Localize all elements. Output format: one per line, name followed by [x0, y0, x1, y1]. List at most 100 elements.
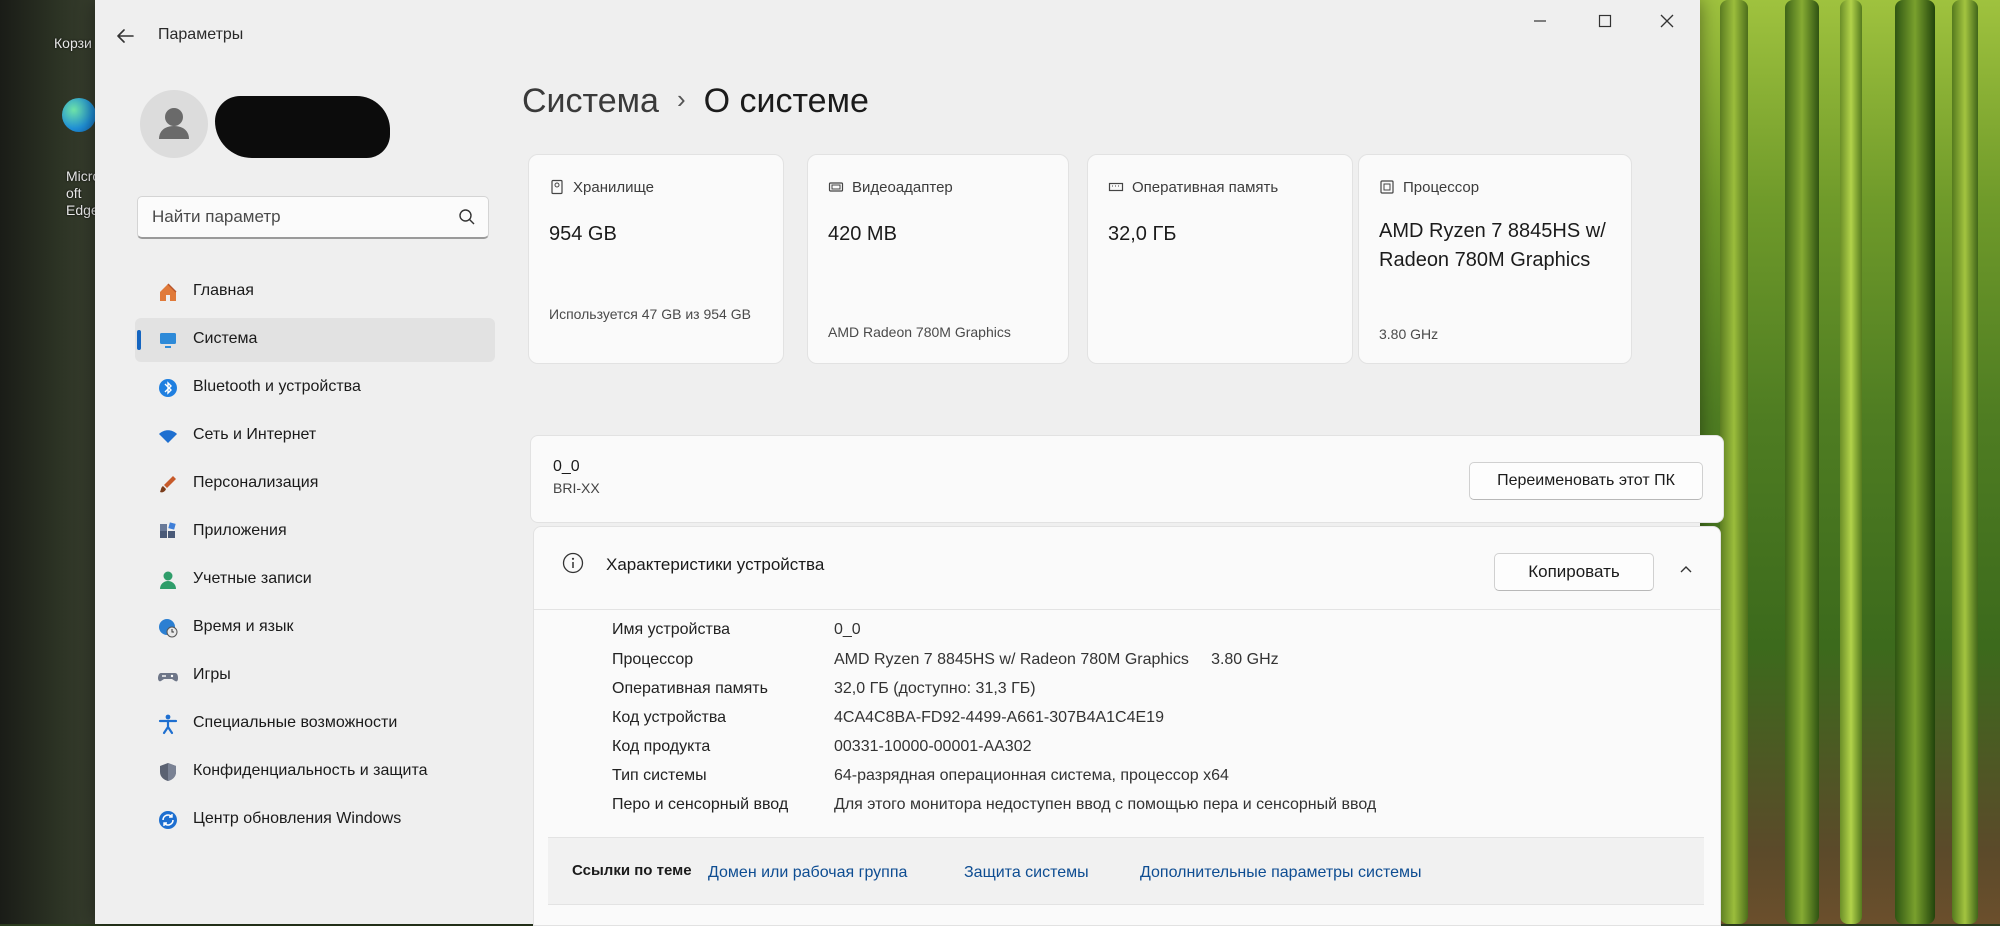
sidebar-item-label: Игры: [193, 666, 231, 683]
card-value: 954 GB: [549, 223, 617, 245]
search-icon[interactable]: [458, 208, 476, 226]
info-icon: [562, 552, 584, 574]
rename-pc-button[interactable]: Переименовать этот ПК: [1469, 462, 1703, 500]
wifi-icon: [159, 430, 177, 443]
spec-row: Код продукта 00331-10000-00001-AA302: [534, 738, 1634, 762]
related-links-label: Ссылки по теме: [572, 862, 692, 879]
desktop-recycle-label[interactable]: Корзи: [54, 35, 92, 52]
pc-model: BRI-XX: [553, 480, 600, 496]
sidebar-item-label: Приложения: [193, 522, 287, 539]
card-value: AMD Ryzen 7 8845HS w/ Radeon 780M Graphi…: [1379, 220, 1606, 271]
sidebar-item-bluetooth[interactable]: Bluetooth и устройства: [135, 366, 495, 410]
pc-name: 0_0: [553, 458, 580, 475]
wallpaper-left: [0, 0, 105, 924]
search-box[interactable]: [137, 196, 489, 239]
gamepad-icon: [158, 673, 178, 682]
spec-row: Имя устройства 0_0: [534, 621, 1634, 645]
person-icon: [159, 108, 189, 139]
page-title: О системе: [703, 82, 869, 120]
gpu-icon: [828, 182, 844, 192]
advanced-system-settings-link[interactable]: Дополнительные параметры системы: [1140, 864, 1421, 882]
sidebar-item-label: Конфиденциальность и защита: [193, 762, 428, 779]
sidebar-item-privacy[interactable]: Конфиденциальность и защита: [135, 750, 495, 794]
close-button[interactable]: [1647, 6, 1687, 36]
spec-value: Для этого монитора недоступен ввод с пом…: [834, 796, 1377, 813]
sidebar-item-label: Главная: [193, 282, 254, 299]
sidebar-item-label: Персонализация: [193, 474, 319, 491]
pc-name-row: 0_0 BRI-XX Переименовать этот ПК: [530, 435, 1724, 523]
chevron-up-icon[interactable]: [1678, 561, 1694, 577]
system-protection-link[interactable]: Защита системы: [964, 864, 1089, 882]
card-subtext: Используется 47 GB из 954 GB: [549, 306, 751, 322]
minimize-icon: [1534, 20, 1546, 22]
sidebar-item-time-language[interactable]: Время и язык: [135, 606, 495, 650]
selection-indicator: [137, 330, 141, 350]
sidebar-item-network[interactable]: Сеть и Интернет: [135, 414, 495, 458]
back-arrow-icon[interactable]: [113, 24, 137, 48]
spec-value: 4CA4C8BA-FD92-4499-A661-307B4A1C4E19: [834, 709, 1164, 726]
spec-row: Тип системы 64-разрядная операционная си…: [534, 767, 1634, 791]
sidebar-item-system[interactable]: Система: [135, 318, 495, 362]
sidebar-item-personalization[interactable]: Персонализация: [135, 462, 495, 506]
accessibility-icon: [158, 714, 178, 735]
card-value: 32,0 ГБ: [1108, 223, 1177, 245]
spec-value: 00331-10000-00001-AA302: [834, 738, 1032, 755]
maximize-icon: [1598, 14, 1612, 28]
spec-row: Перо и сенсорный ввод Для этого монитора…: [534, 796, 1634, 820]
ram-card[interactable]: Оперативная память 32,0 ГБ: [1087, 154, 1353, 364]
card-label: Хранилище: [573, 179, 654, 196]
spec-label: Код продукта: [612, 738, 711, 755]
edge-icon[interactable]: [62, 98, 96, 132]
home-icon: [160, 283, 177, 301]
spec-value: 64-разрядная операционная система, проце…: [834, 767, 1229, 784]
window-title: Параметры: [158, 26, 244, 43]
sidebar-item-home[interactable]: Главная: [135, 270, 495, 314]
sidebar-item-label: Специальные возможности: [193, 714, 398, 731]
maximize-button[interactable]: [1585, 6, 1625, 36]
spec-label: Имя устройства: [612, 621, 731, 638]
spec-row: Оперативная память 32,0 ГБ (доступно: 31…: [534, 680, 1634, 704]
minimize-button[interactable]: [1520, 6, 1560, 36]
settings-window: Параметры Главн: [95, 0, 1724, 926]
device-specs-header[interactable]: Характеристики устройства Копировать: [534, 527, 1720, 610]
cpu-card[interactable]: Процессор AMD Ryzen 7 8845HS w/ Radeon 7…: [1358, 154, 1632, 364]
apps-icon: [160, 522, 176, 538]
globe-clock-icon: [159, 619, 178, 638]
copy-button[interactable]: Копировать: [1494, 553, 1654, 591]
close-icon: [1660, 14, 1674, 28]
spec-row: Процессор AMD Ryzen 7 8845HS w/ Radeon 7…: [534, 651, 1634, 675]
spec-value: AMD Ryzen 7 8845HS w/ Radeon 780M Graphi…: [834, 651, 1279, 668]
brush-icon: [160, 476, 176, 493]
domain-workgroup-link[interactable]: Домен или рабочая группа: [708, 864, 907, 882]
breadcrumb: Система › О системе: [522, 82, 869, 121]
storage-icon: [551, 179, 563, 195]
display-icon: [160, 333, 176, 348]
storage-card[interactable]: Хранилище 954 GB Используется 47 GB из 9…: [528, 154, 784, 364]
card-value: 420 MB: [828, 223, 897, 245]
sidebar-item-apps[interactable]: Приложения: [135, 510, 495, 554]
ram-icon: [1108, 182, 1124, 192]
sidebar-item-gaming[interactable]: Игры: [135, 654, 495, 698]
update-icon: [159, 811, 177, 829]
sidebar-item-windows-update[interactable]: Центр обновления Windows: [135, 798, 495, 842]
card-label: Видеоадаптер: [852, 179, 953, 196]
spec-label: Процессор: [612, 651, 694, 668]
gpu-card[interactable]: Видеоадаптер 420 MB AMD Radeon 780M Grap…: [807, 154, 1069, 364]
section-title: Характеристики устройства: [606, 555, 825, 574]
card-subtext: 3.80 GHz: [1379, 326, 1439, 342]
search-input[interactable]: [150, 205, 444, 229]
avatar[interactable]: [140, 90, 208, 158]
spec-row: Код устройства 4CA4C8BA-FD92-4499-A661-3…: [534, 709, 1634, 733]
sidebar-item-label: Учетные записи: [193, 570, 312, 587]
spec-label: Оперативная память: [612, 680, 768, 697]
chevron-right-icon: ›: [676, 84, 686, 114]
sidebar-item-label: Время и язык: [193, 618, 294, 635]
wallpaper-right: [1690, 0, 2000, 924]
spec-value: 0_0: [834, 621, 861, 638]
breadcrumb-parent[interactable]: Система: [522, 82, 659, 120]
redaction-mark: [215, 96, 390, 158]
sidebar-item-accessibility[interactable]: Специальные возможности: [135, 702, 495, 746]
sidebar-item-label: Сеть и Интернет: [193, 426, 317, 443]
sidebar-item-accounts[interactable]: Учетные записи: [135, 558, 495, 602]
person-icon: [160, 571, 176, 589]
